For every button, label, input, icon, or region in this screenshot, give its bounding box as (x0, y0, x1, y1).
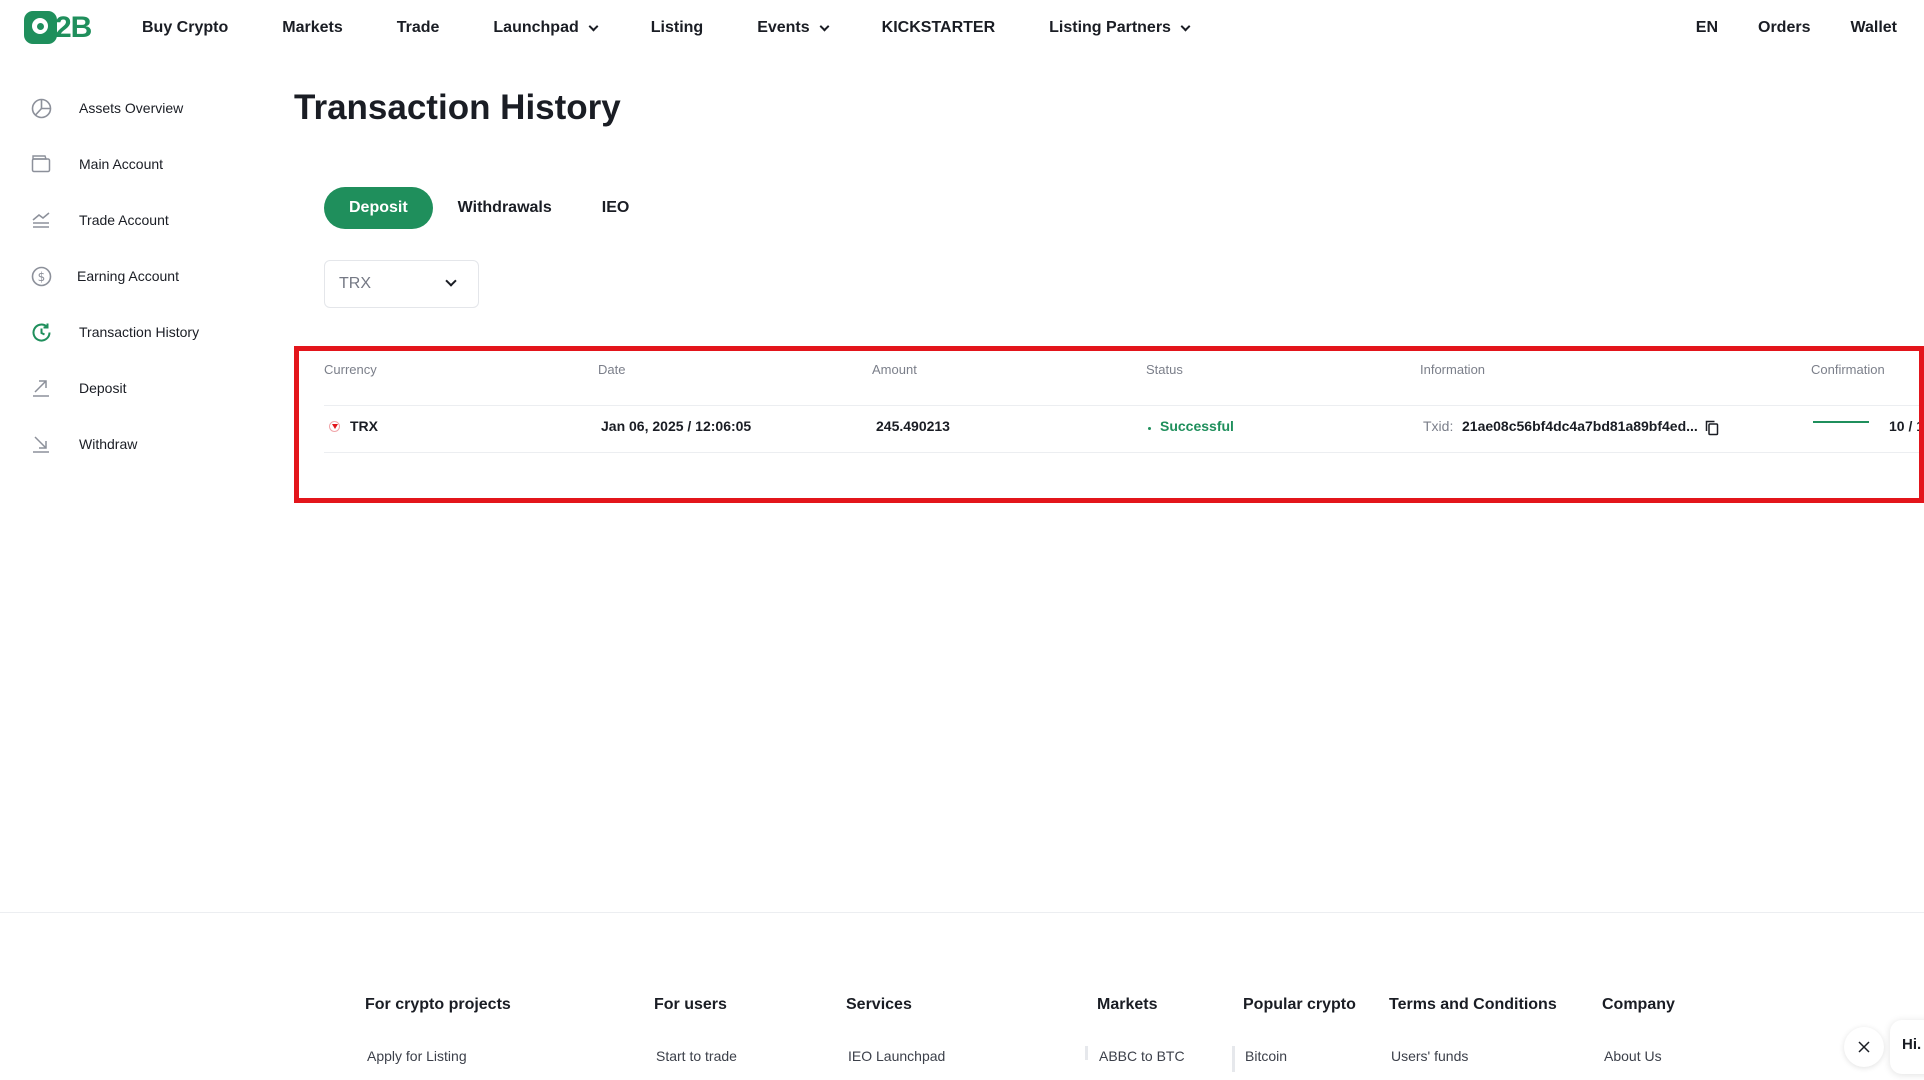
svg-text:$: $ (37, 270, 45, 284)
nav-listing[interactable]: Listing (651, 19, 703, 37)
footer-link-about-us[interactable]: About Us (1604, 1048, 1662, 1064)
sidebar-item-label: Assets Overview (79, 100, 184, 116)
main-nav: Buy Crypto Markets Trade Launchpad Listi… (142, 0, 1243, 56)
nav-events[interactable]: Events (757, 19, 830, 37)
sidebar-item-label: Earning Account (77, 268, 179, 284)
sidebar-item-label: Main Account (79, 156, 164, 172)
chevron-down-icon (1180, 21, 1191, 31)
transaction-type-tabs: Deposit Withdrawals IEO (324, 187, 629, 229)
sidebar-item-trade-account[interactable]: Trade Account (0, 192, 280, 248)
chevron-down-icon (445, 275, 457, 287)
page-title: Transaction History (294, 88, 621, 127)
nav-wallet[interactable]: Wallet (1850, 19, 1897, 37)
footer-link-bitcoin[interactable]: Bitcoin (1245, 1048, 1287, 1064)
tab-ieo[interactable]: IEO (602, 199, 630, 217)
sidebar-item-main-account[interactable]: Main Account (0, 136, 280, 192)
nav-listing-partners[interactable]: Listing Partners (1049, 19, 1191, 37)
chat-greeting: Hi. (1902, 1036, 1922, 1053)
sidebar-item-label: Transaction History (79, 324, 200, 340)
footer-link-apply-listing[interactable]: Apply for Listing (367, 1048, 467, 1064)
sidebar: Assets Overview Main Account Trade Accou… (0, 80, 280, 472)
sidebar-item-label: Withdraw (79, 436, 138, 452)
close-icon (1858, 1041, 1870, 1053)
footer-link-ieo-launchpad[interactable]: IEO Launchpad (848, 1048, 945, 1064)
footer-divider (0, 912, 1924, 913)
tab-deposit[interactable]: Deposit (324, 187, 433, 229)
pie-chart-icon (30, 97, 52, 119)
tab-withdrawals[interactable]: Withdrawals (458, 199, 552, 217)
chevron-down-icon (588, 21, 599, 31)
sidebar-item-transaction-history[interactable]: Transaction History (0, 304, 280, 360)
sidebar-item-label: Deposit (79, 380, 127, 396)
wallet-icon (30, 153, 52, 175)
sidebar-item-earning-account[interactable]: $ Earning Account (0, 248, 280, 304)
footer-link-users-funds[interactable]: Users' funds (1391, 1048, 1468, 1064)
highlight-frame (294, 346, 1924, 503)
dollar-coin-icon: $ (30, 265, 52, 287)
top-navigation: 2B Buy Crypto Markets Trade Launchpad Li… (0, 0, 1924, 56)
chat-close-button[interactable] (1844, 1027, 1884, 1067)
p2b-logo[interactable]: 2B (24, 11, 92, 44)
footer-link-abbc-btc[interactable]: ABBC to BTC (1099, 1048, 1185, 1064)
footer-bar (1085, 1046, 1088, 1060)
nav-right: EN Orders Wallet (1656, 0, 1897, 56)
trade-chart-icon (30, 209, 52, 231)
p2b-logo-icon (24, 11, 57, 44)
footer-title-crypto-projects: For crypto projects (365, 996, 511, 1013)
history-icon (30, 321, 52, 343)
currency-select[interactable]: TRX (324, 260, 479, 308)
nav-markets[interactable]: Markets (282, 19, 342, 37)
logo-text: 2B (55, 11, 92, 44)
sidebar-item-assets-overview[interactable]: Assets Overview (0, 80, 280, 136)
nav-launchpad[interactable]: Launchpad (493, 19, 599, 37)
chevron-down-icon (819, 21, 830, 31)
sidebar-item-label: Trade Account (79, 212, 169, 228)
footer-title-company: Company (1602, 996, 1675, 1013)
footer-title-popular-crypto: Popular crypto (1243, 996, 1356, 1013)
footer-title-for-users: For users (654, 996, 727, 1013)
nav-orders[interactable]: Orders (1758, 19, 1810, 37)
footer-title-terms: Terms and Conditions (1389, 996, 1557, 1013)
footer-title-services: Services (846, 996, 912, 1013)
nav-trade[interactable]: Trade (397, 19, 440, 37)
footer-link-start-trade[interactable]: Start to trade (656, 1048, 737, 1064)
nav-buy-crypto[interactable]: Buy Crypto (142, 19, 228, 37)
nav-kickstarter[interactable]: KICKSTARTER (882, 19, 995, 37)
currency-select-value: TRX (339, 275, 371, 292)
footer-bar (1232, 1046, 1235, 1072)
footer-title-markets: Markets (1097, 996, 1158, 1013)
language-selector[interactable]: EN (1696, 19, 1718, 37)
chat-greeting-bubble[interactable]: Hi. (1890, 1020, 1924, 1074)
